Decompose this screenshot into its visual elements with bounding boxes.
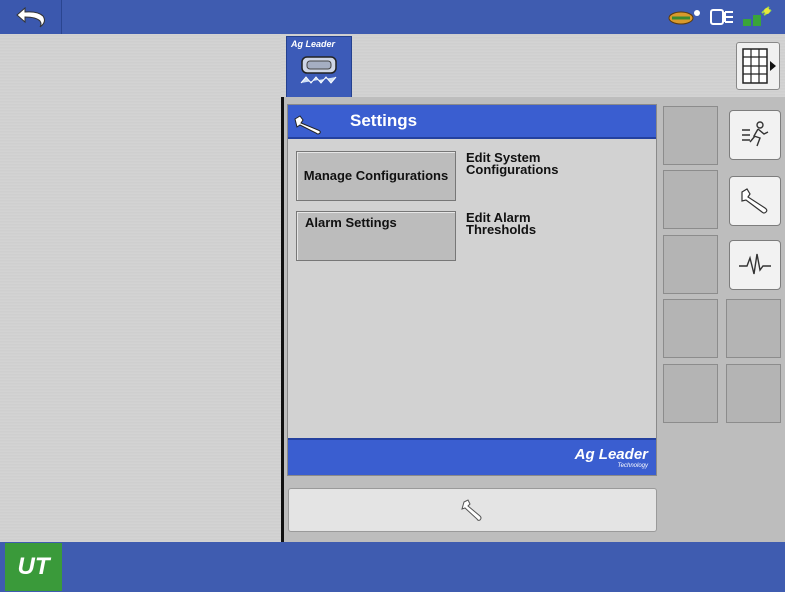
grid-slot[interactable] bbox=[663, 235, 718, 294]
left-panel bbox=[0, 34, 281, 542]
gps-signal-icon[interactable] bbox=[741, 5, 773, 29]
layout-grid-button[interactable] bbox=[736, 42, 780, 90]
grid-slot[interactable] bbox=[726, 299, 781, 358]
back-button[interactable] bbox=[0, 0, 62, 34]
exit-run-icon bbox=[742, 121, 769, 147]
ag-leader-logo-sub: Technology bbox=[617, 463, 648, 469]
manage-configurations-description: Edit System Configurations bbox=[466, 150, 559, 177]
ag-leader-logo: Ag Leader bbox=[574, 446, 648, 463]
wrench-button[interactable] bbox=[729, 176, 781, 226]
settings-header: Settings bbox=[288, 105, 656, 139]
alarm-settings-description: Edit Alarm Thresholds bbox=[466, 210, 537, 237]
grid-slot[interactable] bbox=[663, 299, 718, 358]
settings-title: Settings bbox=[350, 111, 418, 130]
grid-slot[interactable] bbox=[663, 364, 718, 423]
display-link-icon[interactable] bbox=[709, 7, 735, 27]
settings-wrench-button[interactable] bbox=[288, 488, 657, 532]
implement-status-icon[interactable] bbox=[667, 7, 703, 27]
diagnostics-button[interactable] bbox=[729, 240, 781, 290]
tab-label: Ag Leader bbox=[291, 39, 336, 49]
divider bbox=[281, 97, 284, 542]
wrench-icon bbox=[741, 188, 768, 214]
universal-terminal-button[interactable]: UT bbox=[5, 543, 62, 591]
grid-slot[interactable] bbox=[663, 106, 718, 165]
tab-ag-leader[interactable]: Ag Leader bbox=[286, 36, 352, 97]
exit-run-button[interactable] bbox=[729, 110, 781, 160]
alarm-settings-button[interactable]: Alarm Settings bbox=[296, 211, 456, 261]
ut-logo: UT bbox=[17, 553, 50, 580]
bottom-bar bbox=[0, 542, 785, 592]
back-arrow-icon bbox=[15, 6, 45, 28]
manage-configurations-button[interactable]: Manage Configurations bbox=[296, 151, 456, 201]
grid-icon bbox=[742, 48, 776, 84]
wrench-icon bbox=[460, 499, 481, 521]
serial-connector-icon bbox=[300, 56, 337, 84]
ag-leader-footer: Ag Leader Technology bbox=[288, 438, 656, 475]
status-icons bbox=[667, 2, 773, 32]
tab-strip bbox=[281, 34, 785, 97]
grid-slot[interactable] bbox=[726, 364, 781, 423]
diagnostics-waveform-icon bbox=[739, 253, 771, 275]
wrench-icon bbox=[294, 115, 321, 135]
grid-slot[interactable] bbox=[663, 170, 718, 229]
